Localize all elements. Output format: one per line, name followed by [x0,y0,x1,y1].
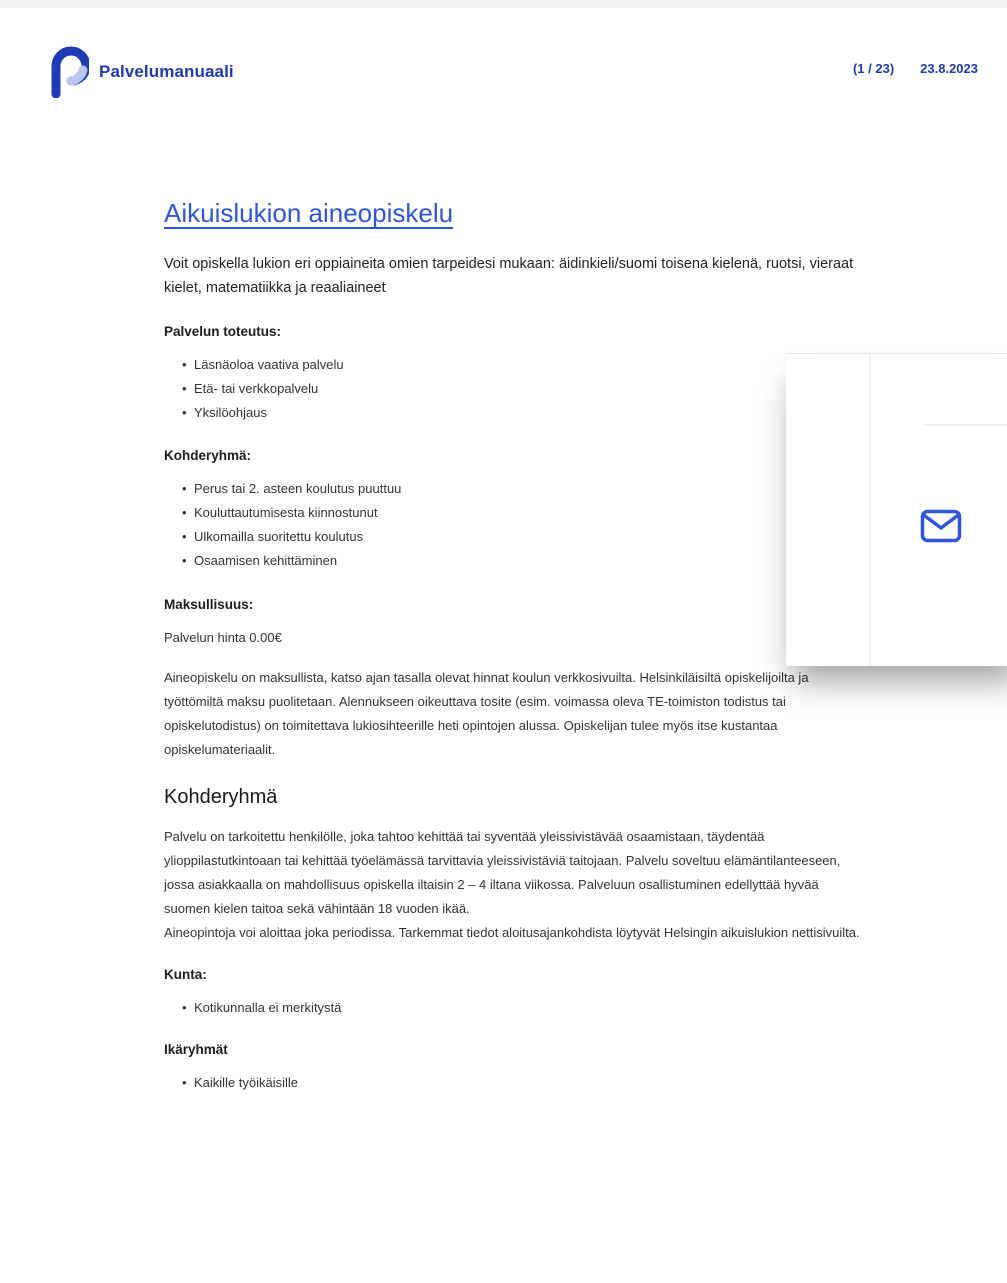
toteutus-list: Läsnäoloa vaativa palvelu Etä- tai verkk… [164,353,864,425]
page-header: Palvelumanuaali (1 / 23) 23.8.2023 [0,8,1007,128]
list-item: Perus tai 2. asteen koulutus puuttuu [182,477,864,501]
ikaryhmat-label: Ikäryhmät [164,1042,228,1057]
contact-card [786,353,1007,666]
kunta-label: Kunta: [164,967,207,982]
document-page: Palvelumanuaali (1 / 23) 23.8.2023 Aikui… [0,8,1007,1283]
list-item: Etä- tai verkkopalvelu [182,377,864,401]
card-divider [869,354,871,666]
kunta-list: Kotikunnalla ei merkitystä [164,996,864,1020]
kohderyhma-list: Perus tai 2. asteen koulutus puuttuu Kou… [164,477,864,573]
list-item: Ulkomailla suoritettu koulutus [182,525,864,549]
page-meta: (1 / 23) 23.8.2023 [853,61,978,76]
kohderyhma-label: Kohderyhmä: [164,448,252,463]
ikaryhmat-list: Kaikille työikäisille [164,1071,864,1095]
toteutus-label: Palvelun toteutus: [164,324,282,339]
brand-name: Palvelumanuaali [99,62,234,81]
kohderyhma-paragraph: Palvelu on tarkoitettu henkilölle, joka … [164,829,841,916]
price-text: Palvelun hinta 0.00€ [164,630,282,645]
mail-icon[interactable] [920,509,962,543]
list-item: Kaikille työikäisille [182,1071,864,1095]
list-item: Osaamisen kehittäminen [182,549,864,573]
page-indicator: (1 / 23) [852,61,895,76]
kohderyhma-heading: Kohderyhmä [164,786,278,808]
maksullisuus-description: Aineopiskelu on maksullista, katso ajan … [164,670,809,757]
kohderyhma-paragraph-2: Aineopintoja voi aloittaa joka periodiss… [164,925,860,940]
p-logo-icon [51,46,89,98]
list-item: Yksilöohjaus [182,401,864,425]
brand: Palvelumanuaali [47,46,234,98]
list-item: Kotikunnalla ei merkitystä [182,996,864,1020]
article-intro: Voit opiskella lukion eri oppiaineita om… [164,256,854,296]
list-item: Kouluttautumisesta kiinnostunut [182,501,864,525]
list-item: Läsnäoloa vaativa palvelu [182,353,864,377]
maksullisuus-label: Maksullisuus: [164,597,254,612]
card-line [923,424,1007,426]
document-date: 23.8.2023 [920,61,978,76]
article: Aikuislukion aineopiskelu Voit opiskella… [164,198,864,1095]
article-title[interactable]: Aikuislukion aineopiskelu [164,198,864,228]
